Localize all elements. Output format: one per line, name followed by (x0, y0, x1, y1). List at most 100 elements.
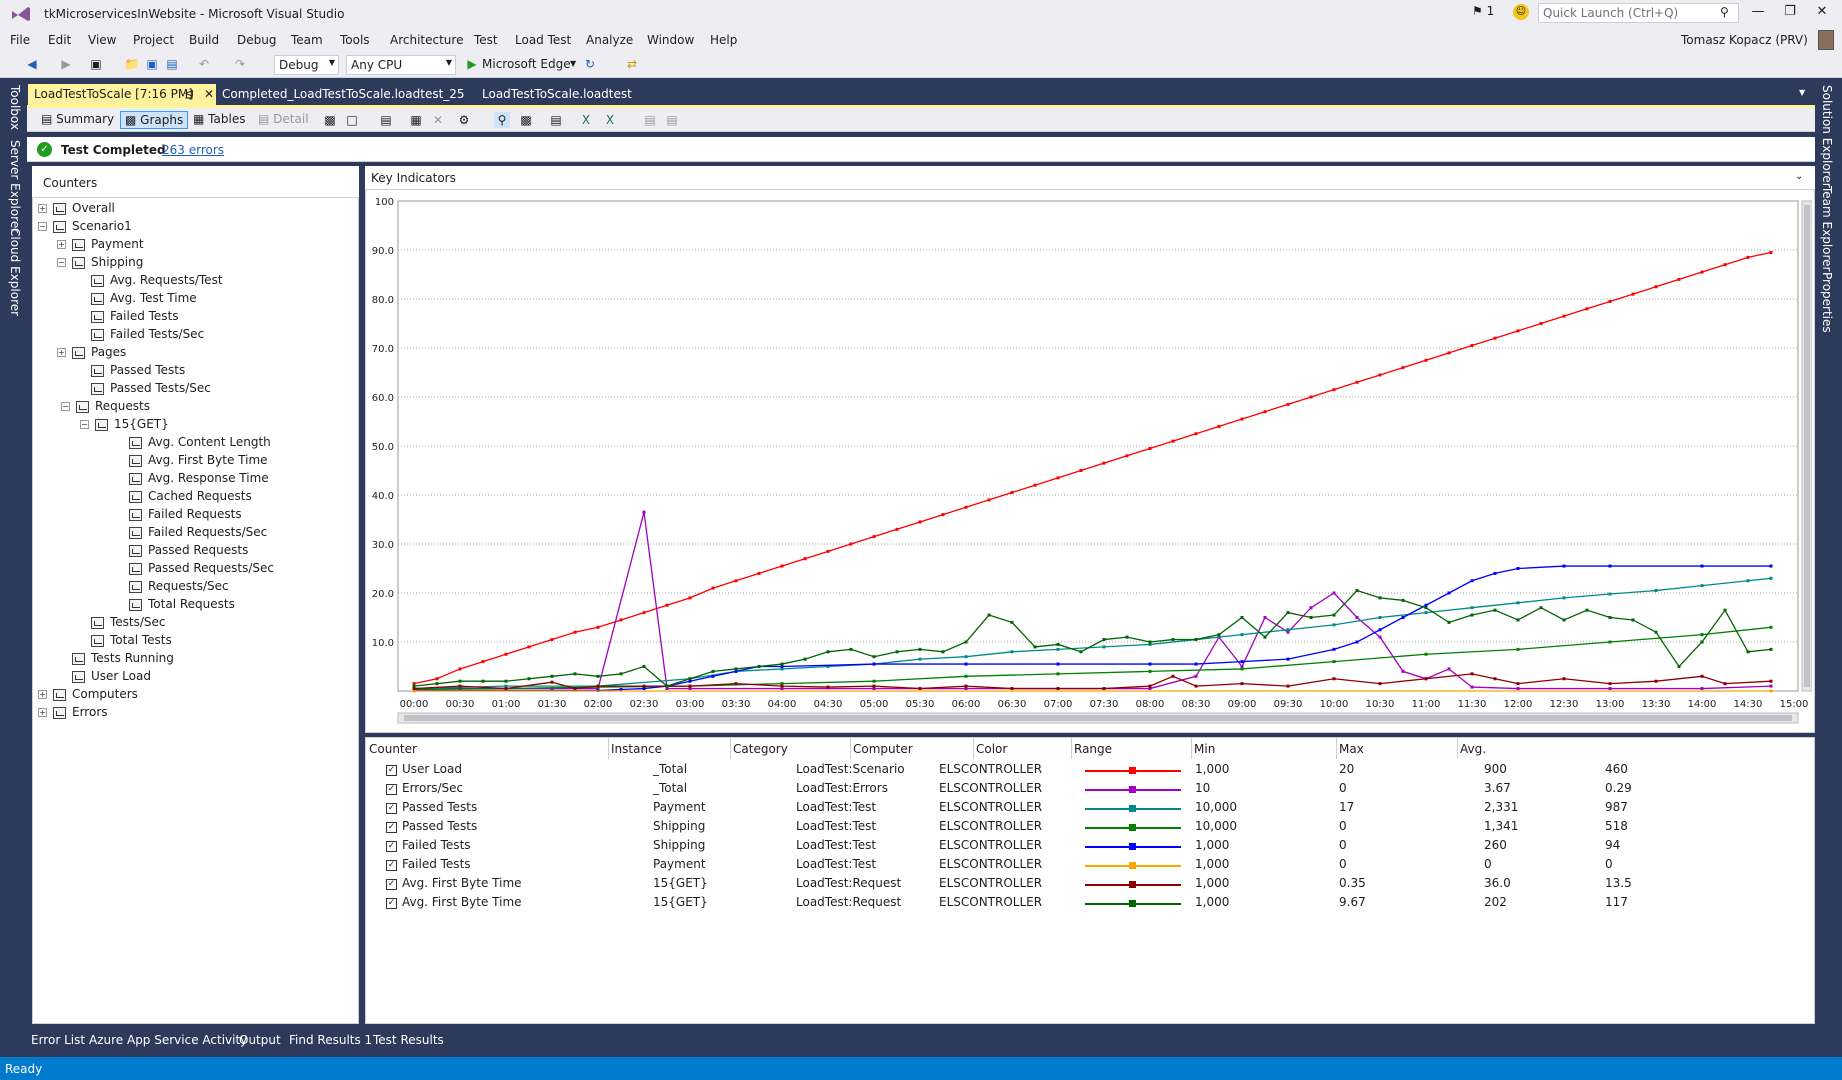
row-visible-checkbox[interactable]: ✓ (386, 803, 397, 814)
series-color-swatch[interactable] (1085, 786, 1181, 793)
menu-tools[interactable]: Tools (340, 33, 370, 47)
toolbox-tab[interactable]: Toolbox (8, 85, 22, 130)
save-icon[interactable]: ▣ (144, 56, 160, 72)
copy-icon[interactable]: ▤ (664, 112, 680, 128)
tree-node[interactable]: Passed Requests/Sec (38, 561, 356, 579)
quick-launch-input[interactable]: Quick Launch (Ctrl+Q) (1538, 3, 1739, 23)
chevron-down-icon[interactable]: ▼ (570, 59, 576, 68)
server-explorer-tab[interactable]: Server Explorer (8, 140, 22, 233)
solution-explorer-tab[interactable]: Solution Explorer (1820, 85, 1834, 188)
tree-node[interactable]: Passed Tests/Sec (38, 381, 356, 399)
collapse-icon[interactable]: − (80, 420, 89, 429)
properties-tab[interactable]: Properties (1820, 272, 1834, 333)
user-name[interactable]: Tomasz Kopacz (PRV) (1681, 33, 1808, 47)
add-counter-icon[interactable]: ▦ (408, 112, 424, 128)
zoom-icon[interactable]: ⚲ (494, 112, 510, 128)
column-divider[interactable] (973, 737, 974, 759)
detail-button[interactable]: ▤ Detail (254, 111, 313, 129)
row-visible-checkbox[interactable]: ✓ (386, 822, 397, 833)
forward-icon[interactable]: ▶ (58, 56, 74, 72)
notifications-flag-icon[interactable]: ⚑ 1 (1472, 4, 1494, 18)
table-row[interactable]: ✓ User Load _Total LoadTest:Scenario ELSCONT… (365, 762, 1815, 781)
graphs-button[interactable]: ▩ Graphs (120, 111, 189, 129)
menu-view[interactable]: View (88, 33, 116, 47)
close-tab-icon[interactable]: ✕ (204, 87, 214, 101)
menu-edit[interactable]: Edit (48, 33, 71, 47)
expand-icon[interactable]: + (57, 240, 66, 249)
menu-architecture[interactable]: Architecture (390, 33, 463, 47)
graph-selector[interactable]: Key Indicators (371, 171, 456, 185)
tab-load-test-result[interactable]: LoadTestToScale [7:16 PM] ⊴ ✕ (28, 84, 216, 105)
tree-node[interactable]: Requests/Sec (38, 579, 356, 597)
series-color-swatch[interactable] (1085, 767, 1181, 774)
column-divider[interactable] (1336, 737, 1337, 759)
tree-node[interactable]: Tests/Sec (38, 615, 356, 633)
column-divider[interactable] (730, 737, 731, 759)
save-all-icon[interactable]: ▤ (164, 56, 180, 72)
panel-layout-icon[interactable]: □ (344, 112, 360, 128)
azure-app-service-activity-tab[interactable]: Azure App Service Activity (89, 1033, 247, 1047)
row-visible-checkbox[interactable]: ✓ (386, 879, 397, 890)
restore-button[interactable]: ❐ (1776, 4, 1804, 19)
expand-icon[interactable]: + (38, 708, 47, 717)
row-visible-checkbox[interactable]: ✓ (386, 765, 397, 776)
find-results-tab[interactable]: Find Results 1 (289, 1033, 372, 1047)
tree-node[interactable]: Passed Requests (38, 543, 356, 561)
tree-node[interactable]: − Scenario1 (38, 219, 356, 237)
undo-icon[interactable]: ↶ (196, 56, 212, 72)
column-divider[interactable] (1191, 737, 1192, 759)
collapse-icon[interactable]: − (61, 402, 70, 411)
table-row[interactable]: ✓ Passed Tests Payment LoadTest:Test ELSCONT… (365, 800, 1815, 819)
tree-node[interactable]: Avg. Response Time (38, 471, 356, 489)
tree-node[interactable]: Cached Requests (38, 489, 356, 507)
table-row[interactable]: ✓ Avg. First Byte Time 15{GET} LoadTest:Req… (365, 876, 1815, 895)
tree-node[interactable]: Avg. First Byte Time (38, 453, 356, 471)
tree-node[interactable]: Failed Requests (38, 507, 356, 525)
row-visible-checkbox[interactable]: ✓ (386, 784, 397, 795)
row-visible-checkbox[interactable]: ✓ (386, 860, 397, 871)
menu-team[interactable]: Team (291, 33, 323, 47)
test-results-tab[interactable]: Test Results (373, 1033, 444, 1047)
pin-icon[interactable]: ⊴ (184, 87, 194, 101)
tree-node[interactable]: Avg. Content Length (38, 435, 356, 453)
menu-window[interactable]: Window (647, 33, 694, 47)
errors-link[interactable]: 263 errors (162, 143, 224, 157)
search-icon[interactable]: ⚲ (1720, 5, 1729, 19)
column-divider[interactable] (850, 737, 851, 759)
tree-node[interactable]: Avg. Test Time (38, 291, 356, 309)
summary-button[interactable]: ▤ Summary (37, 111, 118, 129)
column-header-counter[interactable]: Counter (369, 742, 417, 760)
key-indicators-chart[interactable]: 100 90.0 80.0 70.0 60.0 50.0 40.0 30.0 20.0 10.0 0… (368, 193, 1812, 730)
column-header-range[interactable]: Range (1074, 742, 1112, 760)
feedback-smiley-icon[interactable]: ☺ (1513, 4, 1529, 20)
column-header-min[interactable]: Min (1194, 742, 1215, 760)
tree-node[interactable]: − Shipping (38, 255, 356, 273)
horizontal-scrollbar-thumb[interactable] (404, 715, 1792, 721)
tree-node[interactable]: Tests Running (38, 651, 356, 669)
delete-icon[interactable]: ✕ (430, 112, 446, 128)
menu-analyze[interactable]: Analyze (586, 33, 633, 47)
tree-node[interactable]: Total Requests (38, 597, 356, 615)
expand-icon[interactable]: + (38, 204, 47, 213)
solution-configuration-select[interactable]: Debug ▼ (274, 55, 339, 75)
table-row[interactable]: ✓ Avg. First Byte Time 15{GET} LoadTest:Req… (365, 895, 1815, 914)
table-row[interactable]: ✓ Failed Tests Shipping LoadTest:Test ELSCON… (365, 838, 1815, 857)
analyze-icon[interactable]: ▤ (548, 112, 564, 128)
menu-project[interactable]: Project (133, 33, 174, 47)
tree-node[interactable]: Failed Requests/Sec (38, 525, 356, 543)
column-header-max[interactable]: Max (1339, 742, 1364, 760)
series-color-swatch[interactable] (1085, 843, 1181, 850)
series-color-swatch[interactable] (1085, 824, 1181, 831)
series-color-swatch[interactable] (1085, 881, 1181, 888)
chevron-down-icon[interactable]: ⌄ (1795, 171, 1803, 182)
tree-node[interactable]: + Pages (38, 345, 356, 363)
tree-node[interactable]: Total Tests (38, 633, 356, 651)
menu-file[interactable]: File (10, 33, 30, 47)
column-header-instance[interactable]: Instance (611, 742, 662, 760)
tree-node[interactable]: − Requests (38, 399, 356, 417)
series-color-swatch[interactable] (1085, 805, 1181, 812)
menu-load-test[interactable]: Load Test (515, 33, 571, 47)
expand-icon[interactable]: + (57, 348, 66, 357)
tree-node[interactable]: Failed Tests/Sec (38, 327, 356, 345)
menu-test[interactable]: Test (474, 33, 498, 47)
